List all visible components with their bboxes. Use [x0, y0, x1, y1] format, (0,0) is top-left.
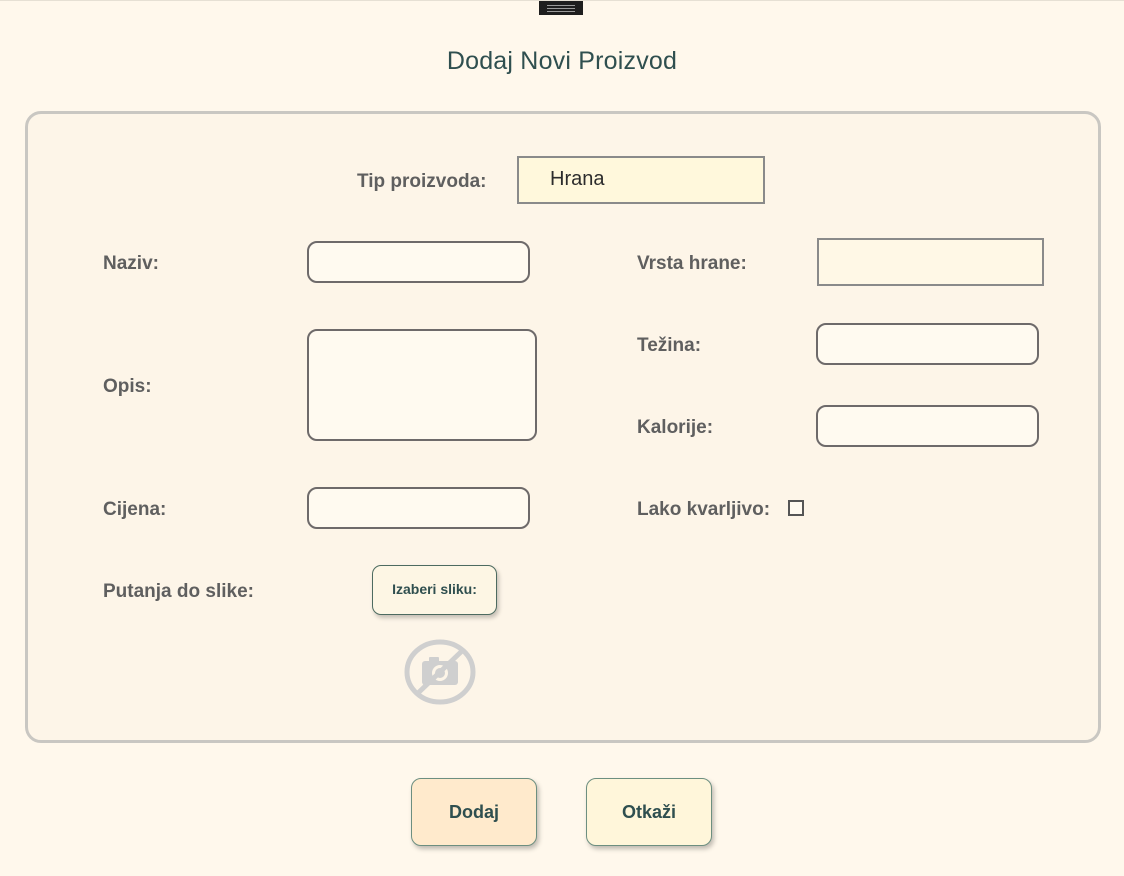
calories-input[interactable] — [816, 405, 1039, 447]
choose-image-button[interactable]: Izaberi sliku: — [372, 565, 497, 615]
food-type-label: Vrsta hrane: — [637, 253, 747, 274]
no-image-icon — [403, 639, 477, 705]
add-button[interactable]: Dodaj — [411, 778, 537, 846]
product-type-label: Tip proizvoda: — [357, 171, 487, 192]
food-type-select[interactable] — [817, 238, 1044, 286]
cancel-button[interactable]: Otkaži — [586, 778, 712, 846]
weight-label: Težina: — [637, 335, 702, 356]
description-label: Opis: — [103, 376, 152, 397]
weight-input[interactable] — [816, 323, 1039, 365]
image-path-label: Putanja do slike: — [103, 581, 254, 602]
description-textarea[interactable] — [307, 329, 537, 441]
name-input[interactable] — [307, 241, 530, 283]
perishable-label: Lako kvarljivo: — [637, 499, 771, 520]
product-type-select[interactable]: Hrana — [517, 156, 765, 204]
window-drag-handle[interactable] — [539, 1, 583, 15]
price-label: Cijena: — [103, 499, 167, 520]
price-input[interactable] — [307, 487, 530, 529]
perishable-checkbox[interactable] — [788, 500, 804, 516]
dialog-title: Dodaj Novi Proizvod — [446, 47, 678, 75]
calories-label: Kalorije: — [637, 417, 714, 438]
name-label: Naziv: — [103, 253, 159, 274]
